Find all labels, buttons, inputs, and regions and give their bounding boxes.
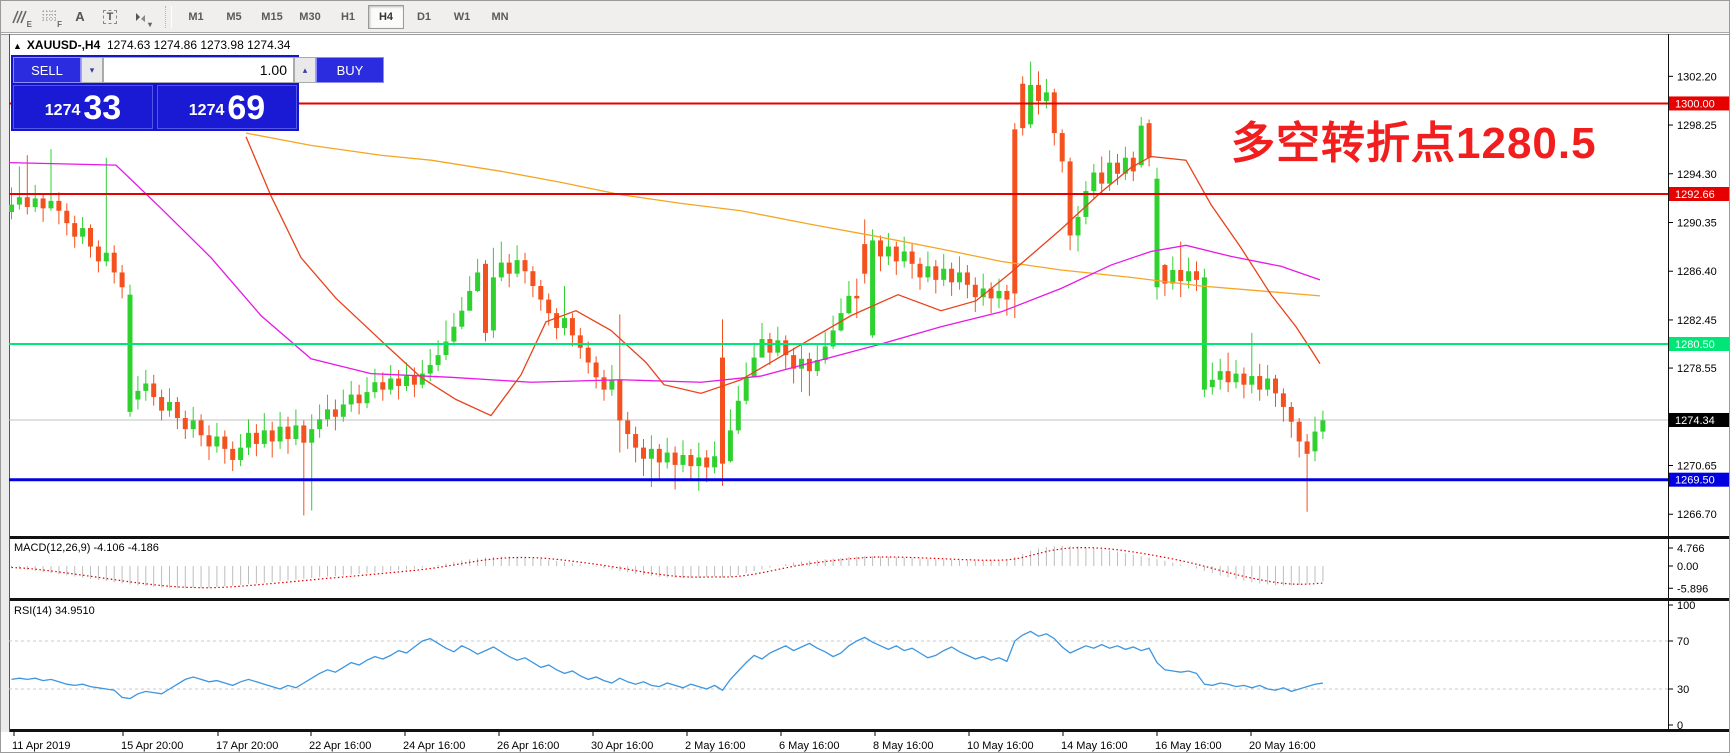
sell-price-small: 1274 <box>45 96 81 126</box>
svg-text:24 Apr 16:00: 24 Apr 16:00 <box>403 740 465 752</box>
chart-title: ▲ XAUUSD-,H4 1274.63 1274.86 1273.98 1274… <box>13 38 290 52</box>
svg-text:20 May 16:00: 20 May 16:00 <box>1249 740 1316 752</box>
svg-text:1290.35: 1290.35 <box>1677 217 1717 229</box>
rsi-label: RSI(14) 34.9510 <box>14 605 95 617</box>
ohlc-readout: 1274.63 1274.86 1273.98 1274.34 <box>107 38 291 52</box>
volume-decrement-button[interactable]: ▾ <box>81 57 103 83</box>
svg-text:70: 70 <box>1677 636 1689 648</box>
buy-button[interactable]: BUY <box>316 57 384 83</box>
svg-text:0.00: 0.00 <box>1677 561 1698 573</box>
svg-text:30: 30 <box>1677 684 1689 696</box>
trading-app-window: E F A T ▾ M1M5M15M30H1H4D1W1MN 1300.0012… <box>0 0 1730 753</box>
svg-text:10 May 16:00: 10 May 16:00 <box>967 740 1034 752</box>
svg-text:-5.896: -5.896 <box>1677 583 1708 595</box>
svg-text:26 Apr 16:00: 26 Apr 16:00 <box>497 740 559 752</box>
svg-text:1269.50: 1269.50 <box>1675 475 1715 487</box>
svg-text:1274.34: 1274.34 <box>1675 415 1715 427</box>
volume-input[interactable] <box>103 57 294 83</box>
one-click-trade-panel: SELL ▾ ▴ BUY 1274 33 1274 69 <box>11 55 299 131</box>
svg-text:11 Apr 2019: 11 Apr 2019 <box>12 740 71 752</box>
svg-text:6 May 16:00: 6 May 16:00 <box>779 740 840 752</box>
svg-text:2 May 16:00: 2 May 16:00 <box>685 740 746 752</box>
svg-text:1282.45: 1282.45 <box>1677 315 1717 327</box>
buy-quote[interactable]: 1274 69 <box>157 85 297 129</box>
svg-text:0: 0 <box>1677 720 1683 732</box>
svg-text:1292.66: 1292.66 <box>1675 189 1715 201</box>
collapse-triangle-icon: ▲ <box>13 41 22 51</box>
chinese-annotation-text: 多空转折点1280.5 <box>1231 107 1597 171</box>
svg-text:17 Apr 20:00: 17 Apr 20:00 <box>216 740 278 752</box>
volume-increment-button[interactable]: ▴ <box>294 57 316 83</box>
sell-button[interactable]: SELL <box>13 57 81 83</box>
svg-text:1302.20: 1302.20 <box>1677 71 1717 83</box>
svg-text:1266.70: 1266.70 <box>1677 509 1717 521</box>
svg-text:1286.40: 1286.40 <box>1677 266 1717 278</box>
svg-text:30 Apr 16:00: 30 Apr 16:00 <box>591 740 653 752</box>
svg-text:16 May 16:00: 16 May 16:00 <box>1155 740 1222 752</box>
sell-price-big: 33 <box>83 90 121 126</box>
buy-price-big: 69 <box>227 90 265 126</box>
svg-text:1278.55: 1278.55 <box>1677 363 1717 375</box>
svg-text:1280.50: 1280.50 <box>1675 339 1715 351</box>
symbol-label: XAUUSD-,H4 <box>27 38 100 52</box>
sell-quote[interactable]: 1274 33 <box>13 85 153 129</box>
svg-text:100: 100 <box>1677 600 1695 612</box>
svg-text:8 May 16:00: 8 May 16:00 <box>873 740 934 752</box>
buy-price-small: 1274 <box>189 96 225 126</box>
svg-text:4.766: 4.766 <box>1677 543 1705 555</box>
svg-text:1294.30: 1294.30 <box>1677 169 1717 181</box>
macd-label: MACD(12,26,9) -4.106 -4.186 <box>14 542 159 554</box>
svg-text:14 May 16:00: 14 May 16:00 <box>1061 740 1128 752</box>
svg-text:1270.65: 1270.65 <box>1677 461 1717 473</box>
svg-text:1300.00: 1300.00 <box>1675 98 1715 110</box>
svg-text:22 Apr 16:00: 22 Apr 16:00 <box>309 740 371 752</box>
svg-text:1298.25: 1298.25 <box>1677 120 1717 132</box>
svg-text:15 Apr 20:00: 15 Apr 20:00 <box>121 740 183 752</box>
